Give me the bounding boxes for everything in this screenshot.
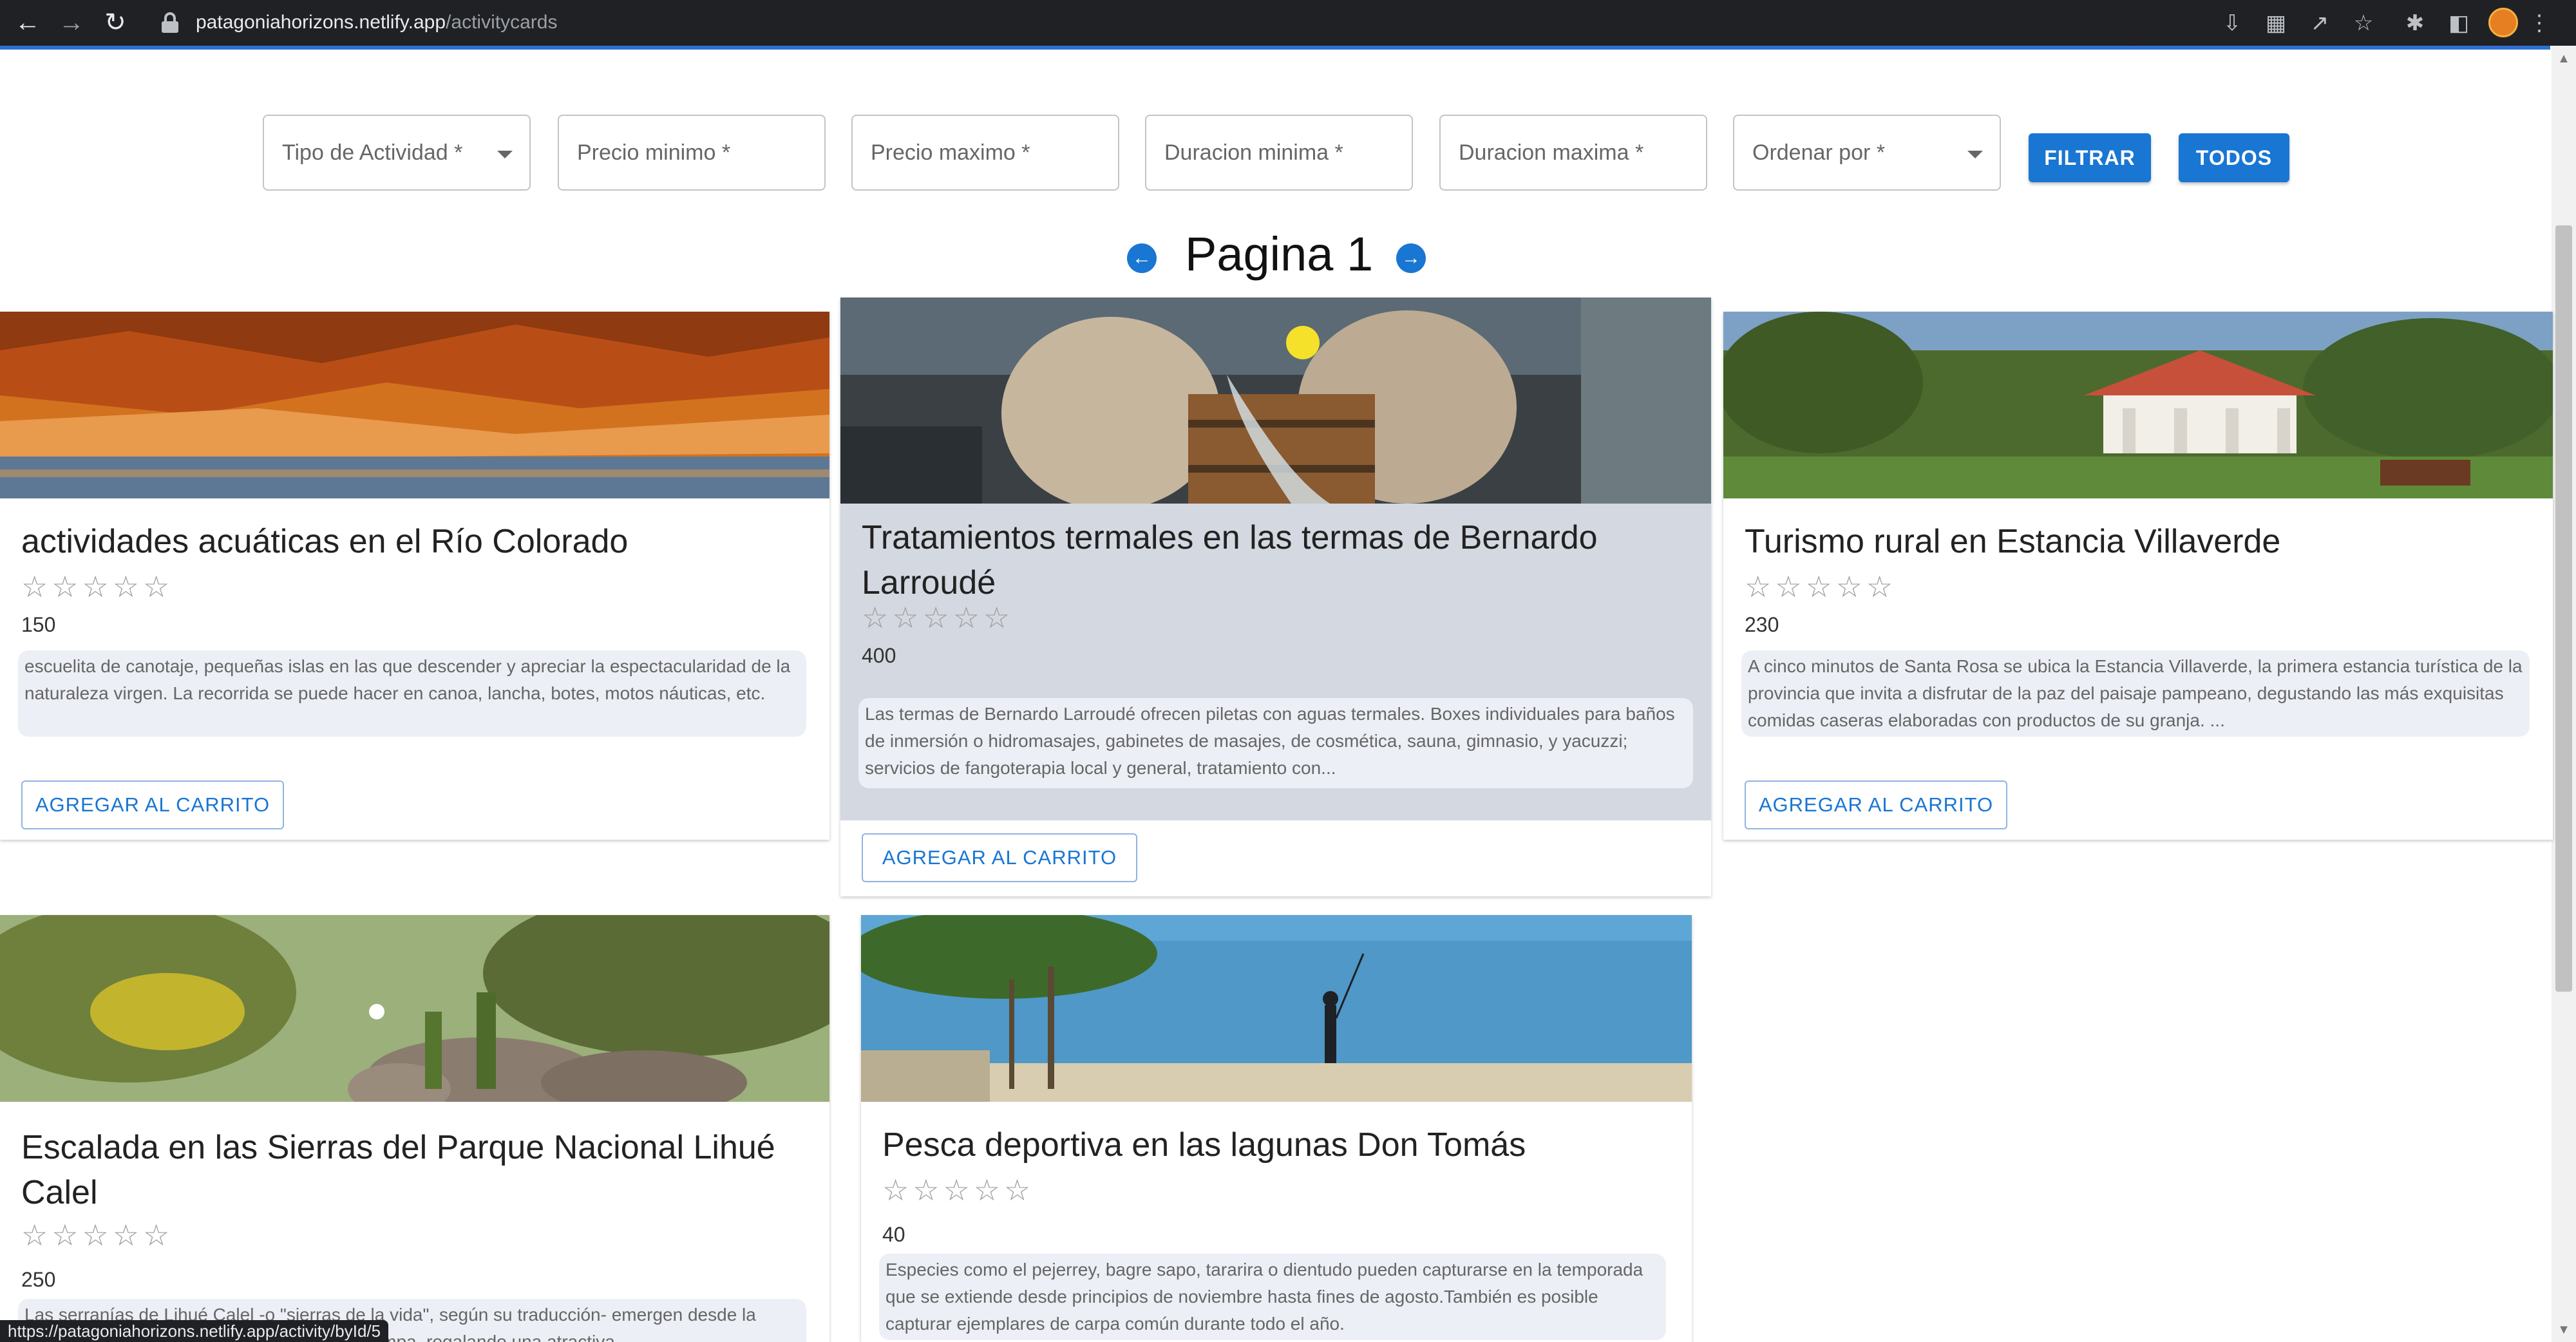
page-title: Pagina 1 bbox=[1185, 227, 1374, 281]
card-price: 230 bbox=[1745, 613, 1779, 636]
dropdown-arrow-icon bbox=[497, 151, 513, 158]
card-title: actividades acuáticas en el Río Colorado bbox=[21, 523, 629, 560]
scroll-up-icon[interactable]: ▲ bbox=[2557, 52, 2571, 66]
ordenar-por-label: Ordenar por * bbox=[1752, 140, 1885, 165]
activity-card-5: Pesca deportiva en las lagunas Don Tomás… bbox=[861, 915, 1692, 1342]
duracion-maxima-input[interactable]: Duracion maxima * bbox=[1439, 115, 1707, 191]
card-price: 150 bbox=[21, 613, 56, 636]
card-price: 40 bbox=[882, 1223, 905, 1246]
scrollbar-thumb[interactable] bbox=[2555, 225, 2572, 992]
todos-button[interactable]: TODOS bbox=[2179, 133, 2289, 182]
precio-maximo-label: Precio maximo * bbox=[871, 140, 1030, 165]
card-description: A cinco minutos de Santa Rosa se ubica l… bbox=[1741, 650, 2530, 737]
avatar[interactable] bbox=[2488, 8, 2518, 37]
ordenar-por-select[interactable]: Ordenar por * bbox=[1733, 115, 2001, 191]
activity-card-4: Escalada en las Sierras del Parque Nacio… bbox=[0, 915, 829, 1342]
card-price: 250 bbox=[21, 1268, 56, 1291]
share-icon[interactable]: ↗ bbox=[2303, 6, 2336, 40]
extensions-icon[interactable]: ✱ bbox=[2398, 6, 2432, 40]
card-description: Especies como el pejerrey, bagre sapo, t… bbox=[879, 1254, 1666, 1340]
menu-kebab-icon[interactable]: ⋮ bbox=[2528, 6, 2550, 40]
url-path: /activitycards bbox=[446, 12, 558, 33]
card-title: Pesca deportiva en las lagunas Don Tomás bbox=[882, 1126, 1526, 1164]
card-image bbox=[0, 915, 829, 1102]
card-image bbox=[1723, 312, 2553, 498]
activity-card-1: actividades acuáticas en el Río Colorado… bbox=[0, 312, 829, 840]
add-to-cart-button[interactable]: AGREGAR AL CARRITO bbox=[1745, 780, 2007, 829]
precio-minimo-label: Precio minimo * bbox=[577, 140, 731, 165]
activity-card-2: Tratamientos termales en las termas de B… bbox=[840, 298, 1711, 896]
precio-minimo-input[interactable]: Precio minimo * bbox=[558, 115, 826, 191]
page-accent-line bbox=[0, 46, 2550, 50]
rating-stars[interactable]: ☆☆☆☆☆ bbox=[862, 600, 1014, 635]
card-title: Turismo rural en Estancia Villaverde bbox=[1745, 523, 2281, 560]
activity-card-3: Turismo rural en Estancia Villaverde ☆☆☆… bbox=[1723, 312, 2553, 840]
card-title: Tratamientos termales en las termas de B… bbox=[862, 519, 1598, 601]
tipo-actividad-label: Tipo de Actividad * bbox=[282, 140, 463, 165]
side-panel-icon[interactable]: ◧ bbox=[2442, 6, 2476, 40]
card-title: Escalada en las Sierras del Parque Nacio… bbox=[21, 1129, 775, 1211]
rating-stars[interactable]: ☆☆☆☆☆ bbox=[882, 1173, 1034, 1207]
next-page-icon[interactable]: → bbox=[1396, 243, 1426, 273]
filtrar-button[interactable]: FILTRAR bbox=[2029, 133, 2151, 182]
add-to-cart-button[interactable]: AGREGAR AL CARRITO bbox=[862, 833, 1137, 882]
card-description: Las termas de Bernardo Larroudé ofrecen … bbox=[858, 698, 1693, 788]
address-bar[interactable]: patagoniahorizons.netlify.app/activityca… bbox=[148, 4, 2145, 41]
duracion-minima-label: Duracion minima * bbox=[1164, 140, 1343, 165]
card-price: 400 bbox=[862, 644, 896, 667]
card-image bbox=[0, 312, 829, 498]
dropdown-arrow-icon bbox=[1967, 151, 1983, 158]
tipo-actividad-select[interactable]: Tipo de Actividad * bbox=[263, 115, 531, 191]
status-bar-url: https://patagoniahorizons.netlify.app/ac… bbox=[0, 1320, 389, 1342]
duracion-minima-input[interactable]: Duracion minima * bbox=[1145, 115, 1413, 191]
scroll-down-icon[interactable]: ▼ bbox=[2557, 1323, 2571, 1337]
card-description: escuelita de canotaje, pequeñas islas en… bbox=[18, 650, 806, 737]
card-image bbox=[861, 915, 1692, 1102]
card-image bbox=[840, 298, 1711, 504]
precio-maximo-input[interactable]: Precio maximo * bbox=[851, 115, 1119, 191]
install-icon[interactable]: ⇩ bbox=[2215, 6, 2249, 40]
duracion-maxima-label: Duracion maxima * bbox=[1459, 140, 1644, 165]
add-to-cart-button[interactable]: AGREGAR AL CARRITO bbox=[21, 780, 284, 829]
rating-stars[interactable]: ☆☆☆☆☆ bbox=[1745, 569, 1897, 604]
back-icon[interactable]: ← bbox=[9, 4, 46, 41]
reload-icon[interactable]: ↻ bbox=[97, 4, 134, 41]
bookmark-star-icon[interactable]: ☆ bbox=[2347, 6, 2380, 40]
forward-icon[interactable]: → bbox=[53, 4, 90, 41]
translate-icon[interactable]: ▦ bbox=[2259, 6, 2293, 40]
rating-stars[interactable]: ☆☆☆☆☆ bbox=[21, 569, 173, 604]
prev-page-icon[interactable]: ← bbox=[1127, 243, 1157, 273]
lock-icon bbox=[157, 10, 183, 35]
url-host: patagoniahorizons.netlify.app bbox=[196, 12, 446, 33]
rating-stars[interactable]: ☆☆☆☆☆ bbox=[21, 1218, 173, 1252]
browser-toolbar: ← → ↻ patagoniahorizons.netlify.app/acti… bbox=[0, 0, 2576, 46]
